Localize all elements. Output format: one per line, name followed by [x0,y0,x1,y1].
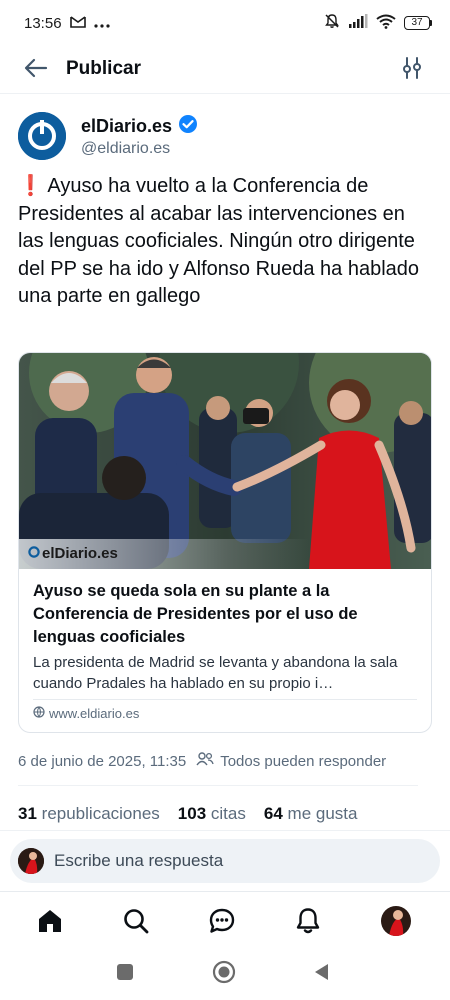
divider [0,891,450,892]
nav-chat[interactable] [204,905,240,941]
sliders-icon [402,56,422,84]
author-avatar[interactable] [18,112,66,160]
battery-icon: 37 [404,16,432,30]
post-stats: 31 republicaciones 103 citas 64 me gusta [18,804,357,824]
card-domain: www.eldiario.es [33,706,139,721]
home-icon [36,907,64,940]
verified-badge-icon [178,114,198,139]
people-icon [196,752,214,770]
link-card[interactable]: elDiario.es Ayuso se queda sola en su pl… [18,352,432,733]
reply-audience: Todos pueden responder [196,752,386,770]
reposts-label: republicaciones [41,804,160,823]
card-watermark-text: elDiario.es [42,545,118,562]
reply-placeholder: Escribe una respuesta [54,851,224,870]
reply-input[interactable]: Escribe una respuesta [10,839,440,883]
divider [18,785,418,786]
card-divider [33,699,417,700]
divider [0,830,450,831]
post-meta: 6 de junio de 2025, 11:35 Todos pueden r… [18,752,432,770]
status-bar: 13:56 37 [0,0,450,46]
quotes-label: citas [210,804,246,823]
more-dots-icon [93,15,110,32]
bottom-nav [0,897,450,949]
reply-audience-text: Todos pueden responder [220,752,387,770]
user-avatar [18,848,44,874]
card-description: La presidenta de Madrid se levanta y aba… [33,654,398,692]
home-system-button[interactable] [212,960,236,989]
status-time: 13:56 [24,14,62,32]
reposts-stat[interactable]: 31 republicaciones [18,804,160,824]
wifi-icon [376,14,396,33]
eldiario-logo-icon [28,545,40,562]
card-image [19,353,431,569]
gmail-icon [69,15,86,32]
top-app-bar: Publicar [0,46,450,94]
battery-level: 37 [404,16,430,30]
signal-icon [348,14,368,32]
post-body: Ayuso ha vuelto a la Conferencia de Pres… [18,175,420,308]
profile-avatar [381,905,411,941]
nav-search[interactable] [118,905,154,941]
exclamation-emoji: ❗ [18,175,43,197]
mute-icon [324,13,340,33]
bell-icon [295,907,321,940]
nav-notifications[interactable] [290,905,326,941]
author-name[interactable]: elDiario.es [81,114,198,139]
chat-icon [208,907,236,940]
card-title: Ayuso se queda sola en su plante a la Co… [33,582,358,646]
nav-profile[interactable] [378,905,414,941]
card-domain-text: www.eldiario.es [49,706,140,721]
nav-home[interactable] [32,905,68,941]
back-system-button[interactable] [309,962,333,986]
author-name-text: elDiario.es [81,116,173,136]
reposts-count: 31 [18,804,37,823]
card-watermark: elDiario.es [28,545,118,562]
square-icon [116,963,134,986]
arrow-left-icon [24,58,48,83]
post-author: elDiario.es @eldiario.es [18,112,438,162]
quotes-count: 103 [177,804,207,823]
post-text: ❗ Ayuso ha vuelto a la Conferencia de Pr… [18,173,432,311]
author-handle[interactable]: @eldiario.es [81,140,170,158]
likes-stat[interactable]: 64 me gusta [264,804,358,824]
search-icon [122,907,150,940]
thread-settings-button[interactable] [396,54,428,86]
page-title: Publicar [66,58,141,79]
likes-label: me gusta [287,804,358,823]
back-button[interactable] [20,54,52,86]
recents-button[interactable] [113,962,137,986]
triangle-back-icon [312,962,330,987]
system-nav-bar [0,954,450,994]
quotes-stat[interactable]: 103 citas [178,804,246,824]
globe-icon [33,706,45,721]
post-date: 6 de junio de 2025, 11:35 [18,752,187,770]
circle-icon [212,960,236,989]
likes-count: 64 [263,804,283,823]
